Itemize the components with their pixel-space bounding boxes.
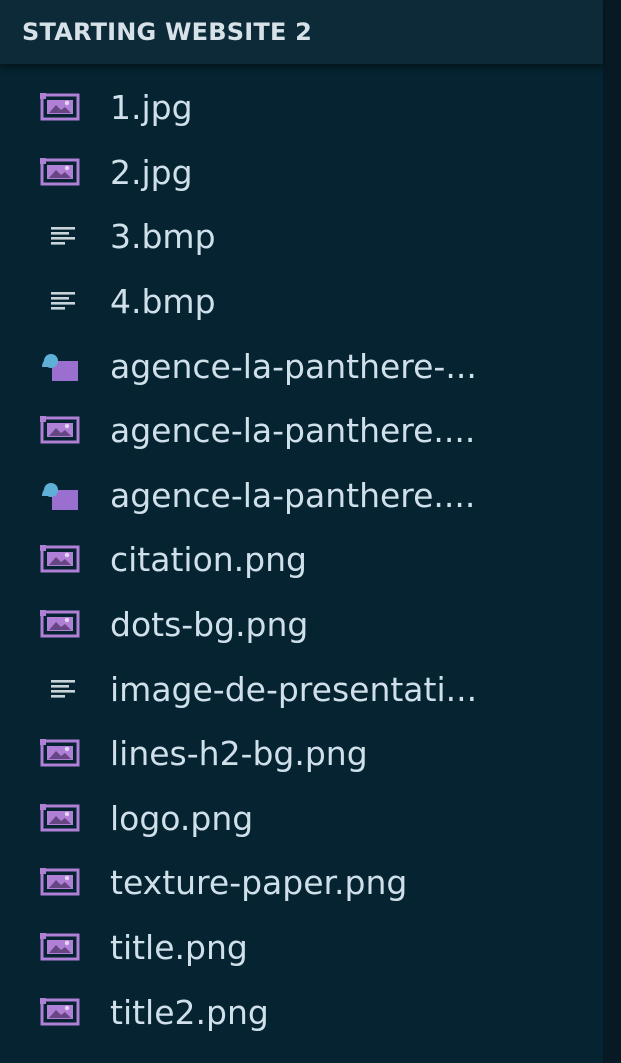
explorer-folder-header[interactable]: STARTING WEBSITE 2 xyxy=(0,0,603,64)
file-item[interactable]: lines-h2-bg.png xyxy=(0,722,603,787)
file-list: 1.jpg 2.jpg 3.bmp 4.bmp agence-la-panthe… xyxy=(0,76,603,1045)
file-item[interactable]: citation.png xyxy=(0,528,603,593)
file-name: title2.png xyxy=(110,992,269,1032)
image-file-icon xyxy=(40,739,84,769)
file-name: agence-la-panthere-... xyxy=(110,346,477,386)
file-name: title.png xyxy=(110,928,248,968)
file-name: agence-la-panthere.... xyxy=(110,475,476,515)
image-file-icon xyxy=(40,93,84,123)
text-lines-icon xyxy=(40,675,84,705)
file-item[interactable]: dots-bg.png xyxy=(0,593,603,658)
image-file-icon xyxy=(40,157,84,188)
text-lines-icon xyxy=(40,222,84,252)
file-item[interactable]: agence-la-panthere.... xyxy=(0,464,603,529)
text-lines-icon xyxy=(40,287,84,317)
file-item[interactable]: 2.jpg xyxy=(0,141,603,206)
file-name: 2.jpg xyxy=(110,152,193,192)
image-file-icon xyxy=(40,803,84,834)
file-name: citation.png xyxy=(110,540,307,580)
file-name: 4.bmp xyxy=(110,282,216,322)
file-name: image-de-presentati... xyxy=(110,669,478,709)
file-item[interactable]: 4.bmp xyxy=(0,270,603,335)
file-item[interactable]: 1.jpg xyxy=(0,76,603,141)
file-name: lines-h2-bg.png xyxy=(110,734,368,774)
file-item[interactable]: title.png xyxy=(0,916,603,981)
file-name: texture-paper.png xyxy=(110,863,408,903)
file-item[interactable]: agence-la-panthere-... xyxy=(0,334,603,399)
image-file-icon xyxy=(40,868,84,898)
image-file-icon xyxy=(40,997,84,1028)
file-item[interactable]: texture-paper.png xyxy=(0,851,603,916)
shapes-file-icon xyxy=(40,352,84,382)
file-item[interactable]: image-de-presentati... xyxy=(0,657,603,722)
file-name: dots-bg.png xyxy=(110,605,309,645)
file-name: agence-la-panthere.... xyxy=(110,411,476,451)
file-item[interactable]: agence-la-panthere.... xyxy=(0,399,603,464)
image-file-icon xyxy=(40,545,84,575)
folder-title: STARTING WEBSITE 2 xyxy=(22,18,313,46)
shapes-file-icon xyxy=(40,481,84,511)
file-name: logo.png xyxy=(110,798,254,838)
image-file-icon xyxy=(40,416,84,446)
file-item[interactable]: title2.png xyxy=(0,980,603,1045)
file-item[interactable]: logo.png xyxy=(0,787,603,852)
file-name: 1.jpg xyxy=(110,88,193,128)
file-explorer-panel: STARTING WEBSITE 2 1.jpg 2.jpg 3.bmp 4.b… xyxy=(0,0,621,1063)
file-name: 3.bmp xyxy=(110,217,216,257)
file-item[interactable]: 3.bmp xyxy=(0,205,603,270)
image-file-icon xyxy=(40,933,84,963)
image-file-icon xyxy=(40,610,84,640)
panel-edge xyxy=(603,0,621,1063)
